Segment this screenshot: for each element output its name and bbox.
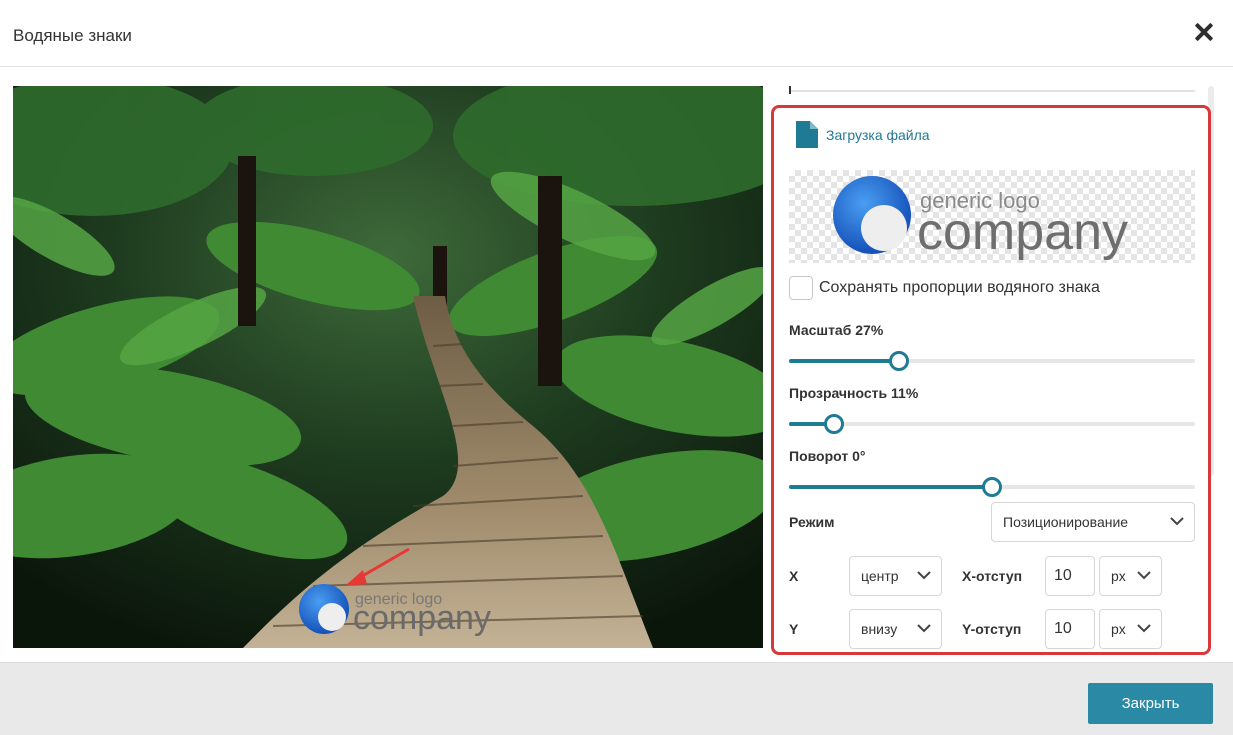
keep-proportions-row[interactable]: Сохранять пропорции водяного знака: [789, 276, 1100, 300]
dialog-footer: Закрыть: [0, 662, 1233, 735]
keep-proportions-label: Сохранять пропорции водяного знака: [819, 279, 1100, 296]
forest-photo: generic logo company: [13, 86, 763, 648]
scale-slider-thumb[interactable]: [888, 351, 909, 371]
dialog-body: generic logo company Загрузка файла gene…: [0, 68, 1233, 662]
scale-label: Масштаб 27%: [789, 322, 884, 338]
watermark-dialog: Водяные знаки generic logo company Загру…: [0, 0, 1233, 735]
y-offset-unit-select[interactable]: px: [1099, 609, 1162, 649]
close-icon[interactable]: [1191, 20, 1217, 46]
x-position-select[interactable]: центр: [849, 556, 942, 596]
watermark-overlay-bottom: company: [353, 599, 491, 637]
y-label: Y: [789, 621, 799, 637]
chevron-down-icon: [1137, 571, 1151, 580]
x-offset-label: X-отступ: [962, 568, 1023, 584]
dialog-title: Водяные знаки: [13, 26, 132, 45]
rotation-slider[interactable]: [789, 477, 1195, 497]
upload-file-link[interactable]: Загрузка файла: [796, 121, 930, 148]
watermark-logo-preview: generic logo company: [789, 170, 1195, 263]
close-button[interactable]: Закрыть: [1088, 683, 1213, 724]
chevron-down-icon: [917, 571, 931, 580]
x-offset-unit-select[interactable]: px: [1099, 556, 1162, 596]
y-position-value: внизу: [861, 621, 898, 637]
mode-select-value: Позиционирование: [1003, 514, 1129, 530]
mode-select[interactable]: Позиционирование: [991, 502, 1195, 542]
image-preview: generic logo company: [13, 86, 763, 648]
keep-proportions-checkbox[interactable]: [789, 276, 813, 300]
x-offset-input[interactable]: 10: [1045, 556, 1095, 596]
chevron-down-icon: [917, 624, 931, 633]
rotation-label: Поворот 0°: [789, 448, 866, 464]
x-label: X: [789, 568, 799, 584]
y-offset-unit-value: px: [1111, 621, 1126, 637]
rotation-slider-thumb[interactable]: [982, 477, 1002, 497]
logo-text-bottom: company: [917, 203, 1128, 261]
opacity-slider-thumb[interactable]: [823, 414, 844, 434]
mode-label: Режим: [789, 514, 835, 530]
panel-top-divider: [789, 86, 1195, 94]
x-offset-unit-value: px: [1111, 568, 1126, 584]
upload-file-label: Загрузка файла: [826, 126, 930, 143]
scale-slider[interactable]: [789, 351, 1195, 371]
y-position-select[interactable]: внизу: [849, 609, 942, 649]
file-icon: [796, 121, 818, 148]
chevron-down-icon: [1170, 517, 1184, 526]
x-position-value: центр: [861, 568, 899, 584]
y-offset-input[interactable]: 10: [1045, 609, 1095, 649]
watermark-settings-panel: Загрузка файла generic logo company Сохр…: [771, 105, 1211, 655]
opacity-slider[interactable]: [789, 414, 1195, 434]
y-offset-label: Y-отступ: [962, 621, 1022, 637]
dialog-header: Водяные знаки: [0, 0, 1233, 67]
opacity-label: Прозрачность 11%: [789, 385, 919, 401]
chevron-down-icon: [1137, 624, 1151, 633]
